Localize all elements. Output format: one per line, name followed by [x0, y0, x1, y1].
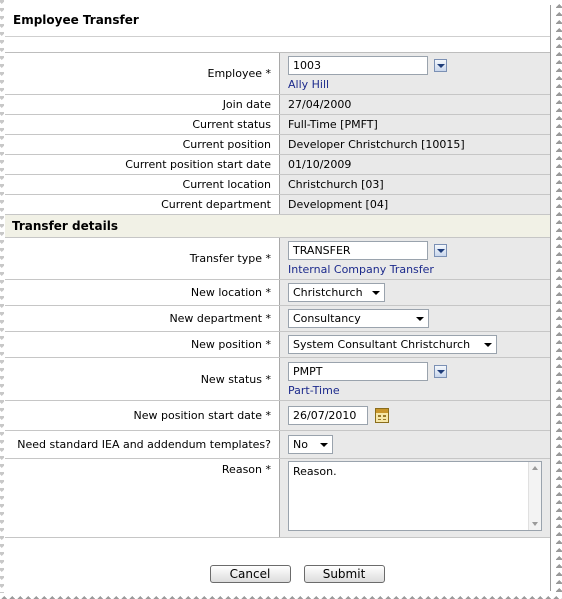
new-position-select[interactable]: System Consultant Christchurch: [288, 335, 497, 354]
templates-row: Need standard IEA and addendum templates…: [5, 431, 550, 459]
new-department-row: New department * Consultancy: [5, 306, 550, 332]
templates-selected: No: [293, 438, 308, 451]
new-status-lookup-dropdown-icon[interactable]: [434, 364, 447, 378]
transfer-type-input[interactable]: TRANSFER: [288, 241, 428, 260]
new-position-selected: System Consultant Christchurch: [293, 338, 471, 351]
reason-row: Reason * Reason.: [5, 459, 550, 538]
transfer-type-value: TRANSFER Internal Company Transfer: [280, 238, 550, 279]
employee-transfer-panel: Employee Transfer Employee * 1003 Ally H…: [5, 5, 551, 591]
current-department-label: Current department: [5, 195, 280, 214]
employee-label: Employee *: [5, 53, 280, 94]
current-position-start-value: 01/10/2009: [280, 155, 550, 174]
current-location-value: Christchurch [03]: [280, 175, 550, 194]
page-title: Employee Transfer: [5, 5, 550, 37]
chevron-down-icon: [320, 442, 328, 447]
current-status-value: Full-Time [PMFT]: [280, 115, 550, 134]
spacer: [5, 37, 550, 53]
join-date-value: 27/04/2000: [280, 95, 550, 114]
current-position-value: Developer Christchurch [10015]: [280, 135, 550, 154]
torn-edge-right: [556, 0, 562, 599]
employee-value: 1003 Ally Hill: [280, 53, 550, 94]
scroll-up-icon[interactable]: [532, 466, 538, 470]
employee-name: Ally Hill: [288, 78, 330, 91]
transfer-type-lookup-dropdown-icon[interactable]: [434, 244, 447, 257]
reason-text: Reason.: [293, 465, 337, 478]
calendar-icon[interactable]: [375, 408, 389, 423]
current-department-value: Development [04]: [280, 195, 550, 214]
current-position-label: Current position: [5, 135, 280, 154]
new-status-description: Part-Time: [288, 383, 340, 397]
info-row-current-position: Current position Developer Christchurch …: [5, 135, 550, 155]
new-status-input[interactable]: PMPT: [288, 361, 428, 381]
join-date-label: Join date: [5, 95, 280, 114]
employee-lookup-dropdown-icon[interactable]: [434, 59, 447, 72]
current-status-label: Current status: [5, 115, 280, 134]
new-department-label: New department *: [5, 306, 280, 331]
section-transfer-details: Transfer details: [5, 215, 550, 238]
info-row-current-location: Current location Christchurch [03]: [5, 175, 550, 195]
info-row-current-position-start: Current position start date 01/10/2009: [5, 155, 550, 175]
employee-row: Employee * 1003 Ally Hill: [5, 53, 550, 95]
new-status-label: New status *: [5, 358, 280, 400]
chevron-down-icon: [372, 290, 380, 295]
button-bar: Cancel Submit: [5, 538, 550, 583]
info-row-current-department: Current department Development [04]: [5, 195, 550, 215]
reason-textarea[interactable]: Reason.: [288, 461, 542, 531]
transfer-type-description: Internal Company Transfer: [288, 263, 434, 276]
chevron-down-icon: [484, 342, 492, 347]
info-row-join-date: Join date 27/04/2000: [5, 95, 550, 115]
new-location-selected: Christchurch: [293, 286, 363, 299]
reason-label: Reason *: [5, 459, 280, 537]
current-location-label: Current location: [5, 175, 280, 194]
current-position-start-label: Current position start date: [5, 155, 280, 174]
new-status-row: New status * PMPT Part-Time: [5, 358, 550, 401]
new-start-date-input[interactable]: 26/07/2010: [288, 406, 368, 425]
submit-button[interactable]: Submit: [303, 565, 385, 583]
scroll-down-icon[interactable]: [532, 522, 538, 526]
new-department-select[interactable]: Consultancy: [288, 309, 429, 328]
transfer-type-label: Transfer type *: [5, 238, 280, 279]
transfer-type-row: Transfer type * TRANSFER Internal Compan…: [5, 238, 550, 280]
new-department-value: Consultancy: [280, 306, 550, 331]
templates-label: Need standard IEA and addendum templates…: [5, 431, 280, 458]
cancel-button[interactable]: Cancel: [209, 565, 291, 583]
torn-edge-left: [0, 0, 4, 599]
new-position-label: New position *: [5, 332, 280, 357]
new-department-selected: Consultancy: [293, 312, 361, 325]
new-position-row: New position * System Consultant Christc…: [5, 332, 550, 358]
templates-value: No: [280, 431, 550, 458]
torn-edge-bottom: [0, 593, 562, 599]
employee-code-input[interactable]: 1003: [288, 56, 428, 75]
new-start-date-label: New position start date *: [5, 401, 280, 430]
info-row-current-status: Current status Full-Time [PMFT]: [5, 115, 550, 135]
reason-value: Reason.: [280, 459, 550, 537]
new-status-value: PMPT Part-Time: [280, 358, 550, 400]
chevron-down-icon: [416, 316, 424, 321]
reason-scrollbar[interactable]: [528, 462, 541, 530]
new-start-date-value: 26/07/2010: [280, 401, 550, 430]
new-location-value: Christchurch: [280, 280, 550, 305]
new-location-row: New location * Christchurch: [5, 280, 550, 306]
new-location-label: New location *: [5, 280, 280, 305]
new-position-value: System Consultant Christchurch: [280, 332, 550, 357]
templates-select[interactable]: No: [288, 435, 333, 454]
new-location-select[interactable]: Christchurch: [288, 283, 385, 302]
new-start-date-row: New position start date * 26/07/2010: [5, 401, 550, 431]
